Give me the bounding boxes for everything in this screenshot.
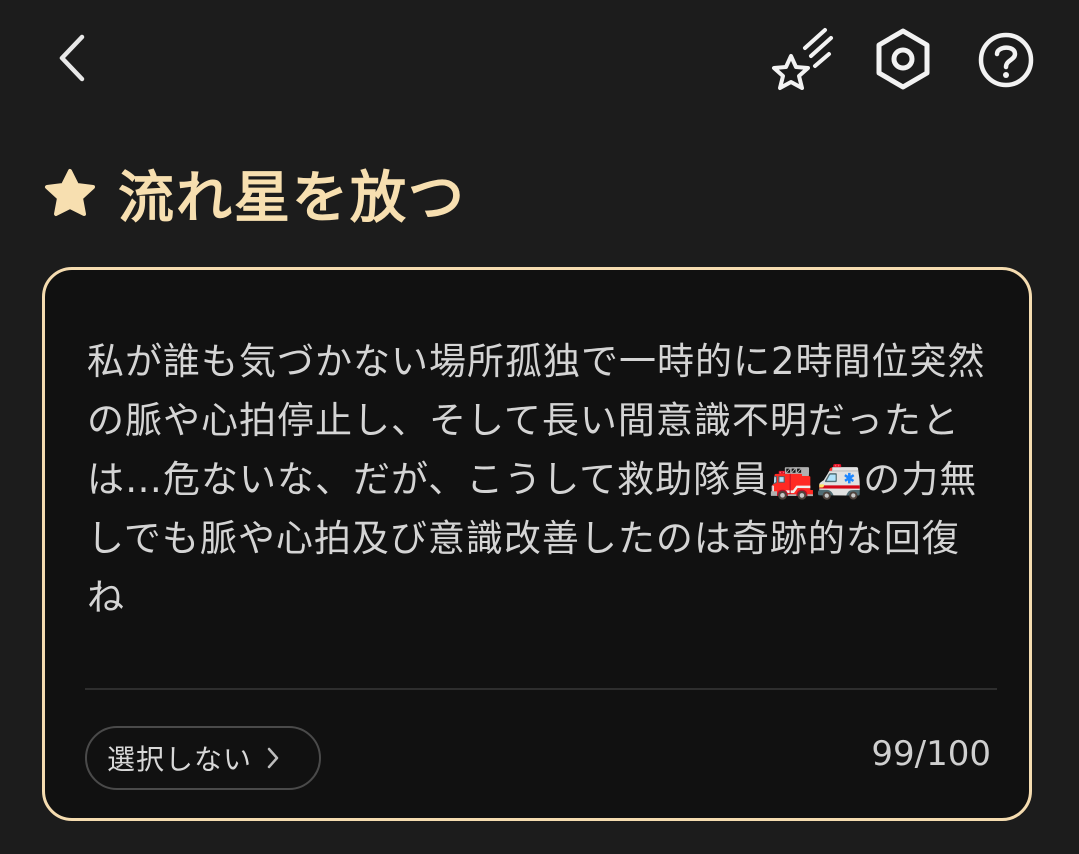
star-icon (44, 167, 96, 219)
top-bar (0, 0, 1079, 120)
shooting-star-button[interactable] (765, 24, 837, 96)
page-title-row: 流れ星を放つ (44, 150, 466, 236)
chevron-right-icon (266, 746, 280, 770)
message-card: 私が誰も気づかない場所孤独で一時的に2時間位突然の脈や心拍停止し、そして長い間意… (42, 267, 1032, 821)
no-selection-button[interactable]: 選択しない (85, 726, 321, 790)
shooting-star-icon (772, 28, 833, 90)
back-button[interactable] (44, 28, 100, 88)
shooting-star-screen: 流れ星を放つ 私が誰も気づかない場所孤独で一時的に2時間位突然の脈や心拍停止し、… (0, 0, 1079, 854)
no-selection-label: 選択しない (107, 743, 253, 776)
settings-button[interactable] (870, 24, 936, 94)
character-counter: 99/100 (871, 734, 991, 774)
card-divider (85, 688, 997, 690)
chevron-left-icon (59, 34, 85, 82)
hexagon-settings-icon (876, 28, 930, 90)
page-title: 流れ星を放つ (118, 165, 466, 231)
help-circle-icon (978, 32, 1034, 88)
help-button[interactable] (970, 24, 1042, 96)
message-text: 私が誰も気づかない場所孤独で一時的に2時間位突然の脈や心拍停止し、そして長い間意… (87, 340, 986, 619)
